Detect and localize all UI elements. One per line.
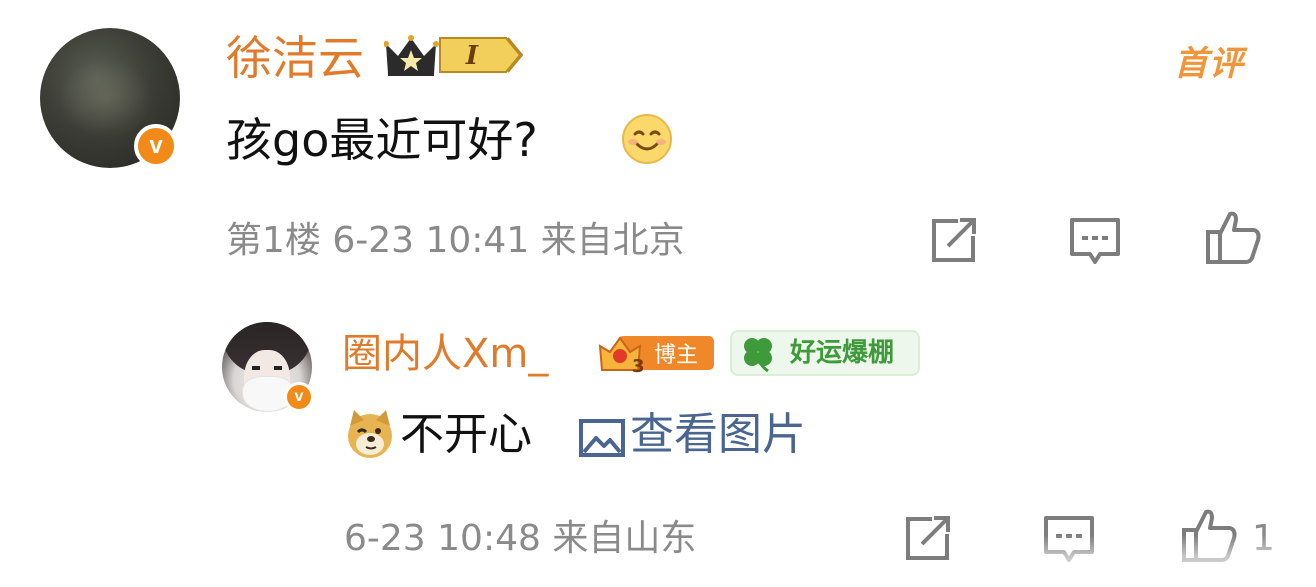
- luck-badge-label: 好运爆棚: [790, 338, 895, 368]
- image-icon[interactable]: [578, 418, 626, 458]
- fan-level-text: I: [465, 41, 479, 71]
- crown-icon: [384, 35, 439, 76]
- reply-meta: 6-23 10:48 来自山东: [344, 518, 697, 559]
- blogger-badge[interactable]: 3 博主: [598, 332, 716, 374]
- reply-author-name[interactable]: 圈内人Xm_: [342, 326, 548, 382]
- reply-text: 不开心: [400, 409, 532, 460]
- blogger-badge-label: 博主: [654, 343, 698, 368]
- share-icon[interactable]: [924, 212, 982, 270]
- reply-icon[interactable]: [1066, 212, 1124, 270]
- author-name[interactable]: 徐洁云: [226, 28, 364, 88]
- verified-icon: v: [134, 124, 178, 168]
- verified-mark: v: [149, 132, 163, 159]
- svg-text:3: 3: [632, 356, 645, 374]
- like-icon[interactable]: [1204, 208, 1262, 266]
- luck-badge[interactable]: 好运爆棚: [730, 330, 920, 376]
- fan-level-badge[interactable]: I: [384, 30, 524, 80]
- verified-icon: v: [284, 382, 314, 412]
- comment-text: 孩go最近可好?: [226, 113, 538, 167]
- doge-icon: [348, 410, 392, 458]
- comment-meta: 第1楼 6-23 10:41 来自北京: [226, 220, 685, 261]
- clover-icon: [744, 338, 772, 373]
- view-image-link[interactable]: 查看图片: [630, 404, 806, 466]
- like-icon[interactable]: [1180, 506, 1238, 564]
- verified-mark: v: [294, 388, 304, 405]
- share-icon[interactable]: [898, 510, 956, 568]
- reply-icon[interactable]: [1040, 510, 1098, 568]
- smile-icon: [622, 114, 672, 164]
- first-comment-tag: 首评: [1174, 44, 1244, 84]
- like-count: 1: [1252, 518, 1275, 559]
